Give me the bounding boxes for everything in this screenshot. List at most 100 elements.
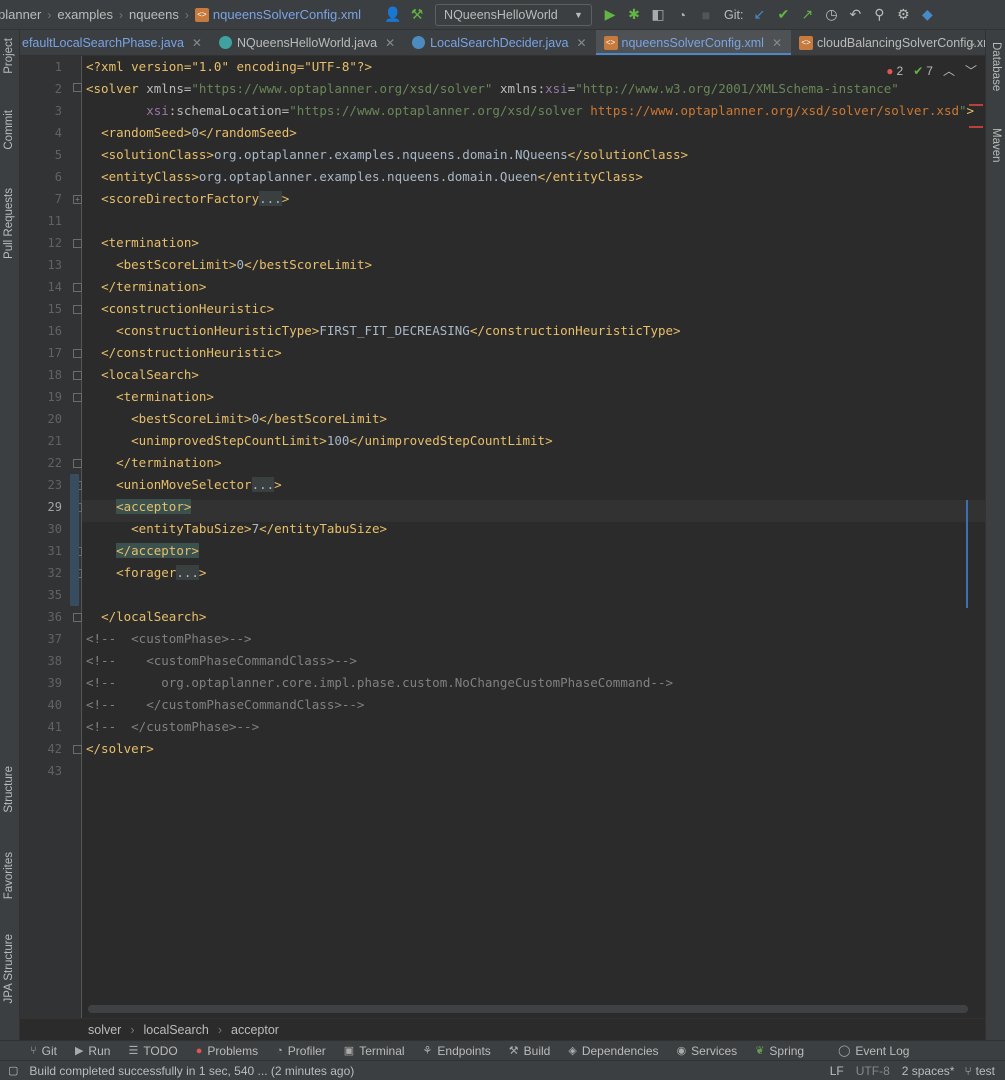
tool-project[interactable]: Project [3,38,15,74]
code-editor[interactable]: <?xml version="1.0" encoding="UTF-8"?> <… [82,56,985,1004]
spring-leaf-icon: ❦ [755,1045,765,1057]
line-number: 21 [47,434,62,448]
chevron-up-icon[interactable]: ︿ [943,62,955,79]
search-icon[interactable]: ⚲ [867,3,891,27]
fold-toggle-icon[interactable] [73,349,82,358]
code-line-15: <constructionHeuristic> [101,301,275,316]
coverage-icon[interactable]: ◧ [646,3,670,27]
error-stripe-marker[interactable] [969,126,983,128]
tab-local-search-decider[interactable]: LocalSearchDecider.java ✕ [404,30,595,55]
run-icon[interactable]: ▶ [598,3,622,27]
fold-toggle-icon[interactable] [73,613,82,622]
folded-region[interactable]: ... [259,191,282,206]
folded-region[interactable]: ... [251,477,275,492]
tool-endpoints[interactable]: ⚘ Endpoints [423,1044,491,1058]
tab-label: efaultLocalSearchPhase.java [22,35,184,50]
close-icon[interactable]: ✕ [385,36,395,50]
tool-event-log[interactable]: ◯ Event Log [838,1044,909,1058]
tool-favorites[interactable]: Favorites [3,852,15,899]
code-line-32: <forager...> [116,565,207,580]
line-number: 6 [54,170,62,184]
breadcrumb-item[interactable]: localSearch [144,1023,209,1037]
run-configuration-select[interactable]: NQueensHelloWorld ▼ [435,3,592,26]
panel-toggle-icon[interactable]: ▢ [8,1064,18,1077]
fold-toggle-icon[interactable] [73,83,82,92]
tool-terminal[interactable]: ▣ Terminal [344,1044,405,1058]
breadcrumb-item[interactable]: nqueensSolverConfig.xml [213,7,361,22]
code-line-39: <!-- org.optaplanner.core.impl.phase.cus… [86,675,673,690]
status-message[interactable]: Build completed successfully in 1 sec, 5… [29,1064,354,1078]
git-label: Git: [723,7,744,22]
git-commit-icon[interactable]: ✔ [771,3,795,27]
line-number: 17 [47,346,62,360]
tool-label: Build [523,1043,551,1058]
user-icon[interactable]: 👤 [381,3,405,27]
indent-setting[interactable]: 2 spaces* [902,1064,955,1078]
line-number: 7 [54,192,62,206]
tool-git[interactable]: ⑂ Git [30,1044,57,1058]
tool-build[interactable]: ⚒ Build [509,1044,551,1058]
tool-problems[interactable]: ● Problems [196,1044,258,1058]
tool-structure[interactable]: Structure [3,766,15,813]
debug-icon[interactable]: ✱ [622,3,646,27]
breadcrumb-item[interactable]: planner [0,7,41,22]
git-push-icon[interactable]: ↗ [795,3,819,27]
tab-nqueens-solver-config[interactable]: <> nqueensSolverConfig.xml ✕ [595,30,792,55]
code-line-13: <bestScoreLimit>0</bestScoreLimit> [116,257,372,272]
tool-profiler[interactable]: ◔ Profiler [276,1044,326,1058]
profile-icon[interactable]: ◔ [670,3,694,27]
horizontal-scrollbar[interactable] [88,1005,968,1013]
error-stripe-marker[interactable] [969,104,983,106]
close-icon[interactable]: ✕ [772,36,782,50]
breadcrumb-item[interactable]: solver [88,1023,121,1037]
folded-region[interactable]: ... [176,565,199,580]
tab-cloud-balancing-solver-config[interactable]: <> cloudBalancingSolverConfig.xml [791,30,985,55]
breadcrumb-item[interactable]: nqueens [129,7,179,22]
chevron-down-icon[interactable]: ⌄ [968,36,977,49]
tool-maven[interactable]: Maven [990,128,1002,163]
line-number: 43 [47,764,62,778]
rollback-icon[interactable]: ↶ [843,3,867,27]
tab-nqueens-hello-world[interactable]: NQueensHelloWorld.java ✕ [211,30,404,55]
build-hammer-icon[interactable]: ⚒ [405,3,429,27]
fold-toggle-icon[interactable] [73,371,82,380]
tool-jpa-structure[interactable]: JPA Structure [3,934,15,1003]
editor-breadcrumb: solver › localSearch › acceptor [20,1018,985,1040]
breadcrumb-item[interactable]: examples [57,7,113,22]
fold-toggle-icon[interactable] [73,393,82,402]
tool-commit[interactable]: Commit [3,110,15,150]
breadcrumb-item[interactable]: acceptor [231,1023,279,1037]
fold-toggle-icon[interactable] [73,305,82,314]
tool-pull-requests[interactable]: Pull Requests [3,188,15,259]
tool-database[interactable]: Database [990,42,1002,91]
fold-toggle-icon[interactable] [73,239,82,248]
ide-logo-icon[interactable]: ◆ [915,3,939,27]
git-update-icon[interactable]: ↙ [747,3,771,27]
fold-toggle-icon[interactable] [73,283,82,292]
vcs-branch[interactable]: test [976,1064,995,1078]
line-separator[interactable]: LF [830,1064,844,1078]
fold-expand-icon[interactable]: + [73,195,82,204]
tool-run[interactable]: ▶ Run [75,1044,110,1058]
line-number: 35 [47,588,62,602]
fold-toggle-icon[interactable] [73,459,82,468]
tab-default-local-search-phase[interactable]: efaultLocalSearchPhase.java ✕ [20,30,211,55]
stop-icon[interactable]: ■ [694,3,718,27]
services-icon: ◉ [676,1045,687,1057]
chevron-down-icon[interactable]: ﹀ [965,62,977,79]
history-icon[interactable]: ◷ [819,3,843,27]
tool-todo[interactable]: ☰ TODO [128,1044,177,1058]
file-encoding[interactable]: UTF-8 [856,1064,890,1078]
tool-services[interactable]: ◉ Services [677,1044,738,1058]
line-number: 30 [47,522,62,536]
tool-dependencies[interactable]: ◈ Dependencies [568,1044,658,1058]
fold-toggle-icon[interactable] [73,745,82,754]
gear-icon[interactable]: ⚙ [891,3,915,27]
code-line-16: <constructionHeuristicType>FIRST_FIT_DEC… [116,323,681,338]
line-number: 20 [47,412,62,426]
matched-tag: </acceptor> [116,543,199,558]
close-icon[interactable]: ✕ [192,36,202,50]
tool-spring[interactable]: ❦ Spring [755,1044,804,1058]
close-icon[interactable]: ✕ [576,36,586,50]
inspection-widget[interactable]: ● 2 ✔ 7 ︿ ﹀ [886,62,977,79]
